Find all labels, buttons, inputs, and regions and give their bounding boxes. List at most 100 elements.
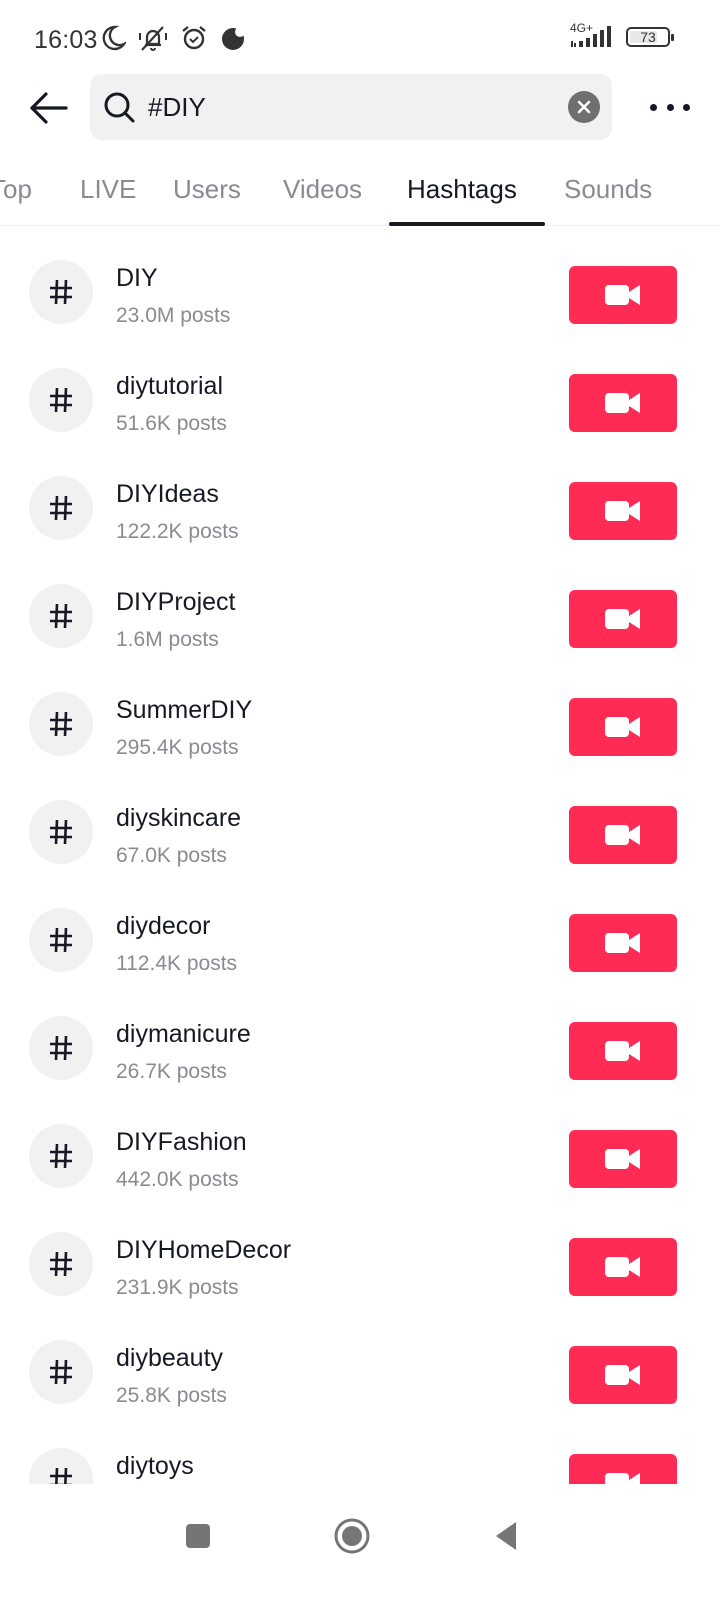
tab-live[interactable]: LIVE	[80, 174, 136, 205]
triangle-back-icon	[496, 1522, 516, 1550]
hashtag-icon-circle	[29, 260, 93, 324]
do-not-disturb-moon-icon	[102, 25, 126, 51]
hashtag-row[interactable]: DIYIdeas 122.2K posts	[0, 454, 720, 562]
hashtag-row[interactable]: DIYHomeDecor 231.9K posts	[0, 1210, 720, 1318]
record-with-hashtag-button[interactable]	[569, 1238, 677, 1296]
more-horizontal-icon-dot	[666, 103, 674, 111]
hashtag-icon-circle	[29, 1448, 93, 1484]
hashtag-name: SummerDIY	[116, 696, 253, 724]
video-camera-icon	[605, 285, 640, 305]
hashtag-icon	[50, 387, 72, 413]
hashtag-icon-circle	[29, 800, 93, 864]
hashtag-row[interactable]: DIYProject 1.6M posts	[0, 562, 720, 670]
hashtag-name: diydecor	[116, 912, 211, 940]
video-camera-icon	[605, 717, 640, 737]
status-icons	[100, 24, 248, 52]
hashtag-icon	[50, 711, 72, 737]
record-with-hashtag-button[interactable]	[569, 374, 677, 432]
video-camera-icon	[605, 1365, 640, 1385]
video-camera-icon	[605, 825, 640, 845]
network-indicator: 4G+	[570, 21, 616, 50]
signal-bars-icon	[571, 26, 611, 47]
hashtag-name: diytutorial	[116, 372, 223, 400]
hashtag-post-count: 51.6K posts	[116, 412, 227, 435]
search-box[interactable]	[90, 74, 612, 140]
record-with-hashtag-button[interactable]	[569, 914, 677, 972]
hashtag-name: DIYIdeas	[116, 480, 219, 508]
hashtag-post-count: 1.6M posts	[116, 628, 219, 651]
square-recents-icon	[186, 1524, 210, 1548]
hashtag-icon-circle	[29, 1124, 93, 1188]
hashtag-row[interactable]: diybeauty 25.8K posts	[0, 1318, 720, 1426]
status-right: 4G+ 73	[570, 21, 674, 50]
record-with-hashtag-button[interactable]	[569, 590, 677, 648]
search-input[interactable]	[148, 88, 548, 126]
hashtag-icon-circle	[29, 584, 93, 648]
more-options-button[interactable]	[650, 94, 690, 120]
hashtag-icon	[50, 279, 72, 305]
system-nav-bar	[0, 1484, 720, 1600]
video-camera-icon	[605, 1041, 640, 1061]
video-camera-icon	[605, 933, 640, 953]
hashtag-name: diytoys	[116, 1452, 194, 1480]
clear-x-icon	[577, 100, 591, 114]
hashtag-post-count: 112.4K posts	[116, 952, 238, 975]
hashtag-name: DIYFashion	[116, 1128, 247, 1156]
tab-top[interactable]: Top	[0, 174, 32, 205]
record-with-hashtag-button[interactable]	[569, 482, 677, 540]
hashtag-row[interactable]: SummerDIY 295.4K posts	[0, 670, 720, 778]
hashtag-icon-circle	[29, 908, 93, 972]
hashtag-icon-circle	[29, 692, 93, 756]
battery-level: 73	[640, 29, 656, 45]
video-camera-icon	[605, 1149, 640, 1169]
record-with-hashtag-button[interactable]	[569, 266, 677, 324]
hashtag-name: diyskincare	[116, 804, 242, 832]
recents-button[interactable]	[168, 1506, 228, 1566]
hashtag-post-count: 67.0K posts	[116, 844, 227, 867]
hashtag-icon	[50, 1467, 72, 1484]
hashtag-post-count: 26.7K posts	[116, 1060, 227, 1083]
hashtag-name: DIY	[116, 264, 158, 292]
hashtag-row[interactable]: DIYFashion 442.0K posts	[0, 1102, 720, 1210]
tab-sounds[interactable]: Sounds	[564, 174, 652, 205]
hashtag-row[interactable]: diytutorial 51.6K posts	[0, 346, 720, 454]
tab-videos[interactable]: Videos	[283, 174, 362, 205]
record-with-hashtag-button[interactable]	[569, 1022, 677, 1080]
hashtag-icon	[50, 1035, 72, 1061]
hashtag-row[interactable]: diymanicure 26.7K posts	[0, 994, 720, 1102]
tab-hashtags[interactable]: Hashtags	[407, 174, 517, 205]
video-camera-icon	[605, 1257, 640, 1277]
record-with-hashtag-button[interactable]	[569, 806, 677, 864]
hashtag-row[interactable]: diytoys	[0, 1426, 720, 1484]
status-bar: 16:03 4G+ 73	[0, 0, 720, 75]
hashtag-row[interactable]: diyskincare 67.0K posts	[0, 778, 720, 886]
tab-users[interactable]: Users	[173, 174, 241, 205]
hashtag-icon-circle	[29, 476, 93, 540]
hashtag-name: DIYHomeDecor	[116, 1236, 292, 1264]
hashtag-row[interactable]: DIY 23.0M posts	[0, 238, 720, 346]
hashtag-icon	[50, 1251, 72, 1277]
hashtag-icon-circle	[29, 368, 93, 432]
clear-search-button[interactable]	[568, 91, 600, 123]
back-button[interactable]	[26, 86, 70, 130]
circle-home-icon	[334, 1518, 370, 1554]
vibrate-off-icon	[139, 26, 167, 51]
hashtag-post-count: 295.4K posts	[116, 736, 239, 759]
hashtag-icon	[50, 495, 72, 521]
hashtag-post-count: 23.0M posts	[116, 304, 231, 327]
hashtag-name: diybeauty	[116, 1344, 224, 1372]
record-with-hashtag-button[interactable]	[569, 1454, 677, 1484]
hashtag-name: DIYProject	[116, 588, 236, 616]
hashtag-row[interactable]: diydecor 112.4K posts	[0, 886, 720, 994]
arrow-left-icon	[30, 92, 68, 124]
record-with-hashtag-button[interactable]	[569, 1346, 677, 1404]
system-back-button[interactable]	[476, 1506, 536, 1566]
hashtag-icon	[50, 819, 72, 845]
video-camera-icon	[605, 501, 640, 521]
hashtag-icon-circle	[29, 1016, 93, 1080]
record-with-hashtag-button[interactable]	[569, 698, 677, 756]
record-with-hashtag-button[interactable]	[569, 1130, 677, 1188]
home-button[interactable]	[322, 1506, 382, 1566]
hashtag-icon	[50, 927, 72, 953]
hashtag-post-count: 122.2K posts	[116, 520, 239, 543]
